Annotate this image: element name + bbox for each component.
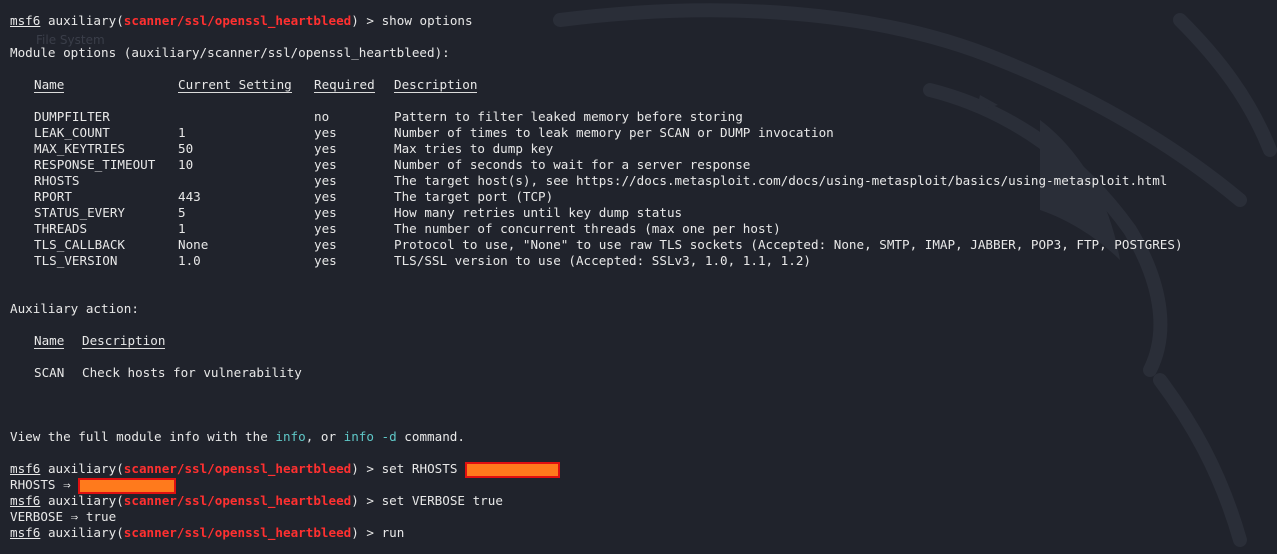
table-row: RHOSTS yes The target host(s), see https:/… [10,173,1183,189]
option-current-setting [178,173,314,189]
option-description: Number of times to leak memory per SCAN … [394,125,834,140]
option-required: yes [314,157,337,172]
option-name: STATUS_EVERY [34,205,125,220]
option-description: The target host(s), see https://docs.met… [394,173,1168,188]
option-name: RPORT [34,189,72,204]
terminal-output[interactable]: msf6 auxiliary(scanner/ssl/openssl_heart… [10,13,1183,541]
option-description: The target port (TCP) [394,189,554,204]
command-text: > set RHOSTS [358,461,465,476]
option-required: yes [314,189,337,204]
prompt-aux: auxiliary [47,13,117,28]
action-name: SCAN [34,365,65,380]
option-current-setting: 10 [178,157,194,172]
table-row: STATUS_EVERY 5 yes How many retries until k… [10,205,1183,221]
option-name: LEAK_COUNT [34,125,110,140]
option-required: yes [314,141,337,156]
option-description: Number of seconds to wait for a server r… [394,157,751,172]
prompt-aux: auxiliary [47,525,117,540]
option-current-setting: 1 [178,125,186,140]
options-table: Name Current Setting Required Descriptio… [10,77,1183,269]
module-name: scanner/ssl/openssl_heartbleed [123,13,352,28]
option-current-setting: 443 [178,189,201,204]
command-text: > set VERBOSE true [358,493,503,508]
info-hint-text: , or [305,429,344,444]
option-name: TLS_CALLBACK [34,237,125,252]
option-name: DUMPFILTER [34,109,110,124]
prompt-msf6: msf6 [10,493,41,508]
prompt-aux: auxiliary [47,493,117,508]
option-name: RESPONSE_TIMEOUT [34,157,156,172]
prompt-msf6: msf6 [10,13,41,28]
option-required: yes [314,237,337,252]
prompt-line: msf6 auxiliary(scanner/ssl/openssl_heart… [10,461,1183,478]
option-description: Pattern to filter leaked memory before s… [394,109,743,124]
option-name: THREADS [34,221,88,236]
redacted-ip [465,461,560,478]
prompt-msf6: msf6 [10,525,41,540]
option-name: MAX_KEYTRIES [34,141,125,156]
option-description: TLS/SSL version to use (Accepted: SSLv3,… [394,253,812,268]
table-row: TLS_VERSION 1.0 yes TLS/SSL version to use … [10,253,1183,269]
option-required: yes [314,221,337,236]
option-required: yes [314,173,337,188]
actions-header-description: Description [82,333,166,349]
option-description: How many retries until key dump status [394,205,683,220]
table-row: RPORT 443 yes The target port (TCP) [10,189,1183,205]
prompt-line: msf6 auxiliary(scanner/ssl/openssl_heart… [10,493,503,508]
option-name: RHOSTS [34,173,80,188]
redacted-ip [78,477,177,494]
info-command: info [275,429,306,444]
options-header-required: Required [314,77,375,93]
prompt-msf6: msf6 [10,461,41,476]
option-current-setting: None [178,237,209,252]
option-required: yes [314,125,337,140]
table-row: SCAN Check hosts for vulnerability [10,365,1183,381]
table-row: TLS_CALLBACK None yes Protocol to use, "Non… [10,237,1183,253]
option-current-setting [178,109,314,125]
option-description: The number of concurrent threads (max on… [394,221,781,236]
rhosts-echo-line: RHOSTS ⇒ [10,477,1183,494]
table-row: RESPONSE_TIMEOUT 10 yes Number of seconds t… [10,157,1183,173]
prompt-aux: auxiliary [47,461,117,476]
prompt-line: msf6 auxiliary(scanner/ssl/openssl_heart… [10,13,473,28]
aux-action-title: Auxiliary action: [10,301,139,316]
action-description: Check hosts for vulnerability [82,365,302,380]
actions-header-name: Name [34,333,65,349]
prompt-line: msf6 auxiliary(scanner/ssl/openssl_heart… [10,525,405,540]
module-name: scanner/ssl/openssl_heartbleed [123,461,352,476]
option-description: Protocol to use, "None" to use raw TLS s… [394,237,1183,252]
verbose-echo: VERBOSE ⇒ true [10,509,117,524]
option-current-setting: 1.0 [178,253,201,268]
options-header-description: Description [394,77,478,93]
info-hint-text: command. [396,429,465,444]
option-required: yes [314,205,337,220]
table-row: THREADS 1 yes The number of concurrent thre… [10,221,1183,237]
module-name: scanner/ssl/openssl_heartbleed [123,525,352,540]
option-required: yes [314,253,337,268]
info-hint-text: View the full module info with the [10,429,276,444]
info-d-command: info -d [343,429,397,444]
command-text: > show options [358,13,473,28]
option-required: no [314,109,330,124]
actions-table: Name Description SCAN Check hosts for vu… [10,333,1183,381]
options-header-name: Name [34,77,65,93]
table-row: MAX_KEYTRIES 50 yes Max tries to dump key [10,141,1183,157]
table-row: LEAK_COUNT 1 yes Number of times to leak me… [10,125,1183,141]
module-options-title: Module options (auxiliary/scanner/ssl/op… [10,45,450,60]
option-current-setting: 1 [178,221,186,236]
option-current-setting: 50 [178,141,194,156]
options-header-current: Current Setting [178,77,292,93]
module-name: scanner/ssl/openssl_heartbleed [123,493,352,508]
command-text: > run [358,525,405,540]
option-description: Max tries to dump key [394,141,554,156]
rhosts-echo: RHOSTS ⇒ [10,477,79,492]
info-hint-line: View the full module info with the info,… [10,429,1183,445]
option-name: TLS_VERSION [34,253,118,268]
table-row: DUMPFILTER no Pattern to filter leaked mem… [10,109,1183,125]
option-current-setting: 5 [178,205,186,220]
